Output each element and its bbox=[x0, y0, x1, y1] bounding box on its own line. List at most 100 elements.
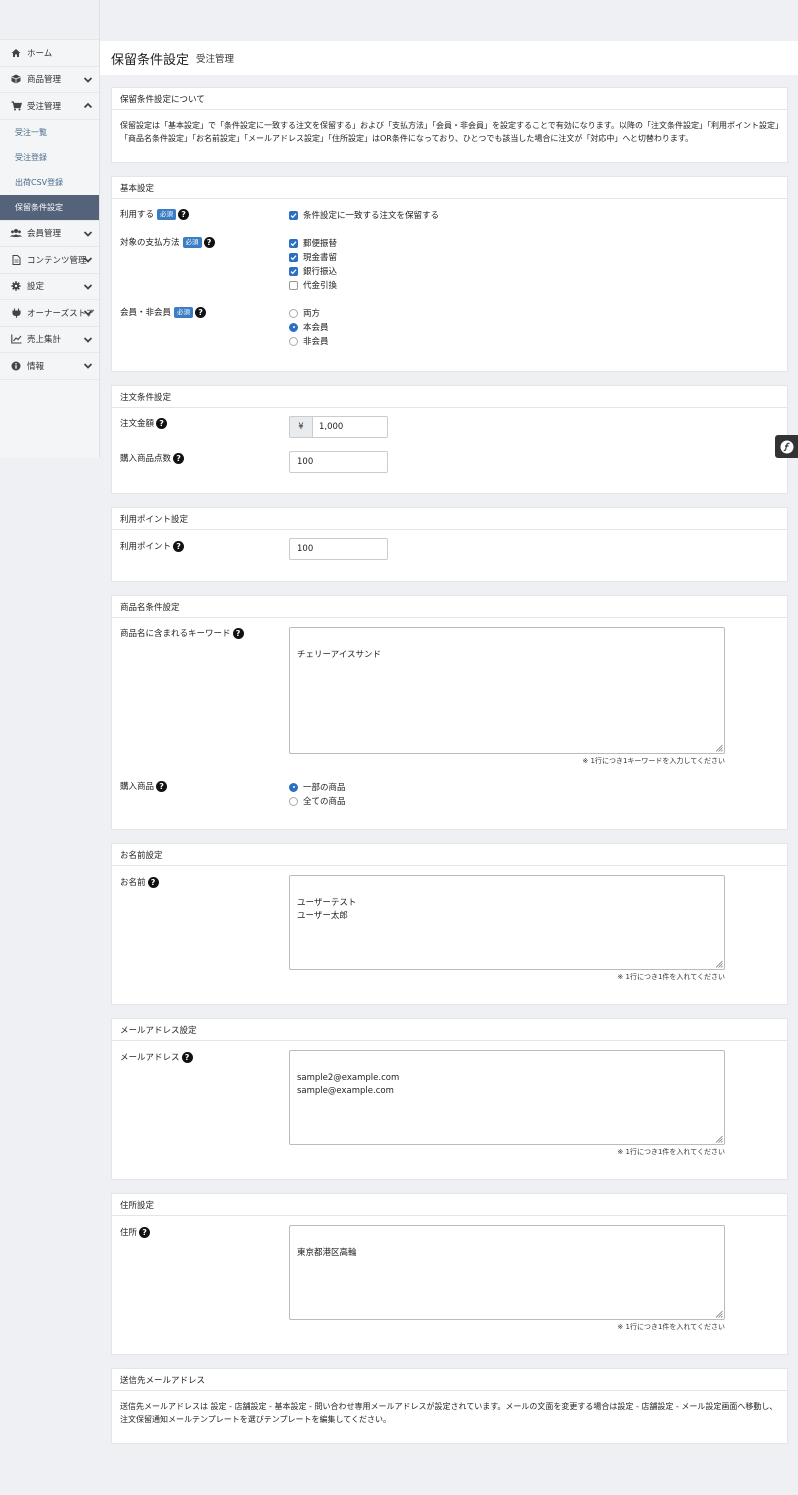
chevron-down-icon bbox=[83, 336, 93, 343]
orders-submenu: 受注一覧 受注登録 出荷CSV登録 保留条件設定 bbox=[0, 119, 99, 221]
card-title: 基本設定 bbox=[112, 177, 787, 199]
card-title: 注文条件設定 bbox=[112, 386, 787, 408]
about-card: 保留条件設定について 保留設定は「基本設定」で「条件設定に一致する注文を保留する… bbox=[111, 87, 788, 163]
radio-checked-icon[interactable] bbox=[289, 782, 298, 792]
payment-option-cod[interactable]: 代金引換 bbox=[289, 279, 337, 291]
help-icon[interactable]: ? bbox=[156, 417, 168, 429]
resize-grip-icon[interactable] bbox=[715, 1135, 723, 1143]
file-icon bbox=[10, 254, 22, 266]
keyword-hint: ※ 1行につき1キーワードを入力してください bbox=[582, 757, 725, 765]
email-label: メールアドレス ? bbox=[120, 1051, 193, 1063]
sidebar-item-sales[interactable]: 売上集計 bbox=[0, 327, 99, 353]
use-label: 利用する 必須 ? bbox=[120, 208, 190, 220]
card-title: メールアドレス設定 bbox=[112, 1019, 787, 1041]
point-input[interactable]: 100 bbox=[289, 538, 388, 560]
keyword-textarea[interactable]: チェリーアイスサンド bbox=[289, 627, 725, 754]
member-option-both[interactable]: 両方 bbox=[289, 307, 320, 319]
card-title: 送信先メールアドレス bbox=[112, 1369, 787, 1391]
checkbox-checked-icon[interactable] bbox=[289, 238, 298, 248]
help-icon[interactable]: ? bbox=[181, 1051, 193, 1063]
checkbox-checked-icon[interactable] bbox=[289, 210, 298, 220]
info-icon bbox=[10, 360, 22, 372]
resize-grip-icon[interactable] bbox=[715, 744, 723, 752]
scope-option-some[interactable]: 一部の商品 bbox=[289, 781, 346, 793]
cart-icon bbox=[10, 100, 22, 112]
sidebar-item-label: ホーム bbox=[27, 48, 53, 59]
help-icon[interactable]: ? bbox=[195, 306, 207, 318]
yen-addon: ¥ bbox=[289, 416, 312, 438]
radio-unchecked-icon[interactable] bbox=[289, 308, 298, 318]
amount-input[interactable]: 1,000 bbox=[312, 416, 388, 438]
resize-grip-icon[interactable] bbox=[715, 960, 723, 968]
sidebar-item-settings[interactable]: 設定 bbox=[0, 274, 99, 300]
required-badge: 必須 bbox=[182, 236, 202, 248]
sidebar-sub-order-register[interactable]: 受注登録 bbox=[0, 144, 99, 170]
sidebar-item-label: 情報 bbox=[27, 361, 45, 372]
help-icon[interactable]: ? bbox=[139, 1226, 151, 1238]
payment-option-cash[interactable]: 現金書留 bbox=[289, 251, 337, 263]
page-header: 保留条件設定 受注管理 bbox=[100, 41, 798, 75]
sidebar-item-label: 売上集計 bbox=[27, 335, 62, 346]
chevron-down-icon bbox=[83, 230, 93, 237]
name-textarea[interactable]: ユーザーテスト ユーザー太郎 bbox=[289, 875, 725, 970]
sidebar-sub-shipping-csv[interactable]: 出荷CSV登録 bbox=[0, 169, 99, 195]
use-hold-checkbox[interactable]: 条件設定に一致する注文を保留する bbox=[289, 209, 439, 221]
chevron-down-icon bbox=[83, 257, 93, 263]
help-icon[interactable]: ? bbox=[147, 876, 159, 888]
name-label: お名前 ? bbox=[120, 876, 159, 888]
help-icon[interactable]: ? bbox=[203, 236, 215, 248]
chevron-up-icon bbox=[83, 102, 93, 109]
amount-input-group: ¥ 1,000 bbox=[289, 416, 388, 438]
amount-label: 注文金額 ? bbox=[120, 417, 168, 429]
checkbox-unchecked-icon[interactable] bbox=[289, 280, 298, 290]
scope-option-all[interactable]: 全ての商品 bbox=[289, 795, 346, 807]
sidebar-item-info[interactable]: 情報 bbox=[0, 353, 99, 380]
sidebar-item-members[interactable]: 会員管理 bbox=[0, 221, 99, 247]
sidebar-sub-order-list[interactable]: 受注一覧 bbox=[0, 119, 99, 145]
chevron-down-icon bbox=[83, 310, 93, 316]
checkbox-checked-icon[interactable] bbox=[289, 266, 298, 276]
help-icon[interactable]: ? bbox=[173, 540, 185, 552]
radio-unchecked-icon[interactable] bbox=[289, 336, 298, 346]
email-textarea[interactable]: sample2@example.com sample@example.com bbox=[289, 1050, 725, 1145]
radio-checked-icon[interactable] bbox=[289, 322, 298, 332]
page-subtitle: 受注管理 bbox=[196, 54, 235, 65]
help-icon[interactable]: ? bbox=[156, 780, 168, 792]
email-hint: ※ 1行につき1件を入れてください bbox=[617, 1148, 725, 1156]
card-title: お名前設定 bbox=[112, 844, 787, 866]
sidebar-item-orders[interactable]: 受注管理 bbox=[0, 93, 99, 120]
qty-input[interactable]: 100 bbox=[289, 451, 388, 473]
sidebar-item-products[interactable]: 商品管理 bbox=[0, 67, 99, 93]
help-icon[interactable]: ? bbox=[173, 452, 185, 464]
address-textarea[interactable]: 東京都港区高輪 bbox=[289, 1225, 725, 1320]
radio-unchecked-icon[interactable] bbox=[289, 796, 298, 806]
sidebar-item-home[interactable]: ホーム bbox=[0, 40, 99, 67]
name-card: お名前設定 お名前 ? ユーザーテスト ユーザー太郎 ※ 1行につき1件を入れて… bbox=[111, 843, 788, 1005]
keyword-label: 商品名に含まれるキーワード ? bbox=[120, 627, 244, 639]
sidebar-item-label: コンテンツ管理 bbox=[27, 255, 87, 266]
resize-grip-icon[interactable] bbox=[715, 1310, 723, 1318]
order-condition-card: 注文条件設定 注文金額 ? ¥ 1,000 購入商品点数 ? 100 bbox=[111, 385, 788, 494]
email-card: メールアドレス設定 メールアドレス ? sample2@example.com … bbox=[111, 1018, 788, 1180]
member-option-guest[interactable]: 非会員 bbox=[289, 335, 329, 347]
scope-label: 購入商品 ? bbox=[120, 780, 168, 792]
symfony-toolbar-button[interactable] bbox=[775, 435, 798, 458]
address-card: 住所設定 住所 ? 東京都港区高輪 ※ 1行につき1件を入れてください bbox=[111, 1193, 788, 1355]
help-icon[interactable]: ? bbox=[178, 208, 190, 220]
sidebar-item-contents[interactable]: コンテンツ管理 bbox=[0, 247, 99, 274]
card-title: 商品名条件設定 bbox=[112, 596, 787, 618]
help-icon[interactable]: ? bbox=[232, 627, 244, 639]
payment-option-postal[interactable]: 郵便振替 bbox=[289, 237, 337, 249]
home-icon bbox=[10, 47, 22, 59]
payment-option-bank[interactable]: 銀行振込 bbox=[289, 265, 337, 277]
sidebar-item-label: 設定 bbox=[27, 282, 45, 293]
checkbox-checked-icon[interactable] bbox=[289, 252, 298, 262]
sidebar-sub-hold-settings[interactable]: 保留条件設定 bbox=[0, 194, 99, 220]
card-title: 保留条件設定について bbox=[112, 88, 787, 110]
member-option-member[interactable]: 本会員 bbox=[289, 321, 329, 333]
notify-text: 送信先メールアドレスは 設定 - 店舗設定 - 基本設定 - 問い合わせ専用メー… bbox=[120, 1402, 778, 1424]
sidebar-item-owners-store[interactable]: オーナーズストア bbox=[0, 300, 99, 327]
users-icon bbox=[10, 227, 22, 239]
chart-icon bbox=[10, 333, 22, 345]
basic-settings-card: 基本設定 利用する 必須 ? 条件設定に一致する注文を保留する 対象の支払方法 … bbox=[111, 176, 788, 372]
